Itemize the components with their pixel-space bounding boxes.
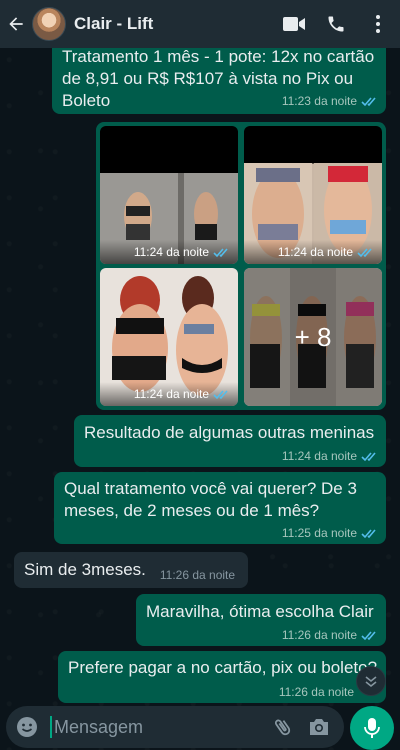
message-bubble-outgoing[interactable]: Qual tratamento você vai querer? De 3 me…: [54, 472, 386, 544]
more-media-count: + 8: [244, 268, 382, 406]
message-time: 11:25 da noite: [281, 526, 357, 540]
read-receipt-icon: [361, 451, 376, 461]
chevron-down-icon: [365, 676, 377, 688]
mic-icon: [364, 718, 380, 738]
avatar[interactable]: [32, 7, 66, 41]
message-text: Maravilha, ótima escolha Clair: [146, 602, 374, 621]
read-receipt-icon: [357, 247, 372, 257]
message-time: 11:26 da noite: [281, 628, 357, 642]
message-input-bar[interactable]: Mensagem: [6, 706, 344, 748]
read-receipt-icon: [361, 528, 376, 538]
media-thumbnail[interactable]: 11:24 da noite: [100, 268, 238, 406]
composer: Mensagem: [0, 700, 400, 750]
more-vert-icon[interactable]: [366, 12, 390, 36]
message-bubble-outgoing[interactable]: Prefere pagar a no cartão, pix ou boleto…: [58, 651, 386, 703]
attach-icon[interactable]: [272, 716, 294, 738]
media-thumbnail[interactable]: 11:24 da noite: [100, 126, 238, 264]
message-time: 11:26 da noite: [159, 568, 236, 582]
message-text: Resultado de algumas outras meninas: [84, 423, 375, 442]
text-cursor: [50, 716, 52, 738]
message-text: Prefere pagar a no cartão, pix ou boleto…: [68, 658, 378, 677]
message-input[interactable]: Mensagem: [54, 717, 272, 738]
media-time: 11:24 da noite: [133, 387, 209, 401]
media-thumbnail[interactable]: 11:24 da noite: [244, 126, 382, 264]
video-call-icon[interactable]: [282, 12, 306, 36]
message-bubble-outgoing[interactable]: Resultado de algumas outras meninas 11:2…: [74, 415, 386, 467]
message-text: Qual tratamento você vai querer? De 3 me…: [64, 479, 357, 520]
message-bubble-outgoing[interactable]: Maravilha, ótima escolha Clair 11:26 da …: [136, 594, 386, 646]
media-time: 11:24 da noite: [277, 245, 353, 259]
voice-record-button[interactable]: [350, 706, 394, 750]
chat-header: Clair - Lift: [0, 0, 400, 48]
scroll-to-bottom-button[interactable]: [356, 666, 386, 696]
message-text: Sim de 3meses.: [24, 560, 146, 579]
read-receipt-icon: [213, 389, 228, 399]
contact-name[interactable]: Clair - Lift: [74, 14, 282, 34]
emoji-icon[interactable]: [16, 716, 38, 738]
read-receipt-icon: [361, 630, 376, 640]
message-time: 11:24 da noite: [281, 449, 357, 463]
phone-icon[interactable]: [324, 12, 348, 36]
read-receipt-icon: [361, 96, 376, 106]
message-time: 11:23 da noite: [281, 94, 357, 108]
message-bubble-outgoing[interactable]: Tratamento 1 mês - 1 pote: 12x no cartão…: [52, 40, 386, 114]
camera-icon[interactable]: [308, 716, 330, 738]
message-bubble-incoming[interactable]: Sim de 3meses. 11:26 da noite: [14, 552, 248, 588]
read-receipt-icon: [213, 247, 228, 257]
media-thumbnail-more[interactable]: + 8: [244, 268, 382, 406]
back-arrow-icon[interactable]: [6, 14, 30, 34]
media-time: 11:24 da noite: [133, 245, 209, 259]
media-album[interactable]: 11:24 da noite 11:24 da noite 11:24 da n…: [96, 122, 386, 410]
